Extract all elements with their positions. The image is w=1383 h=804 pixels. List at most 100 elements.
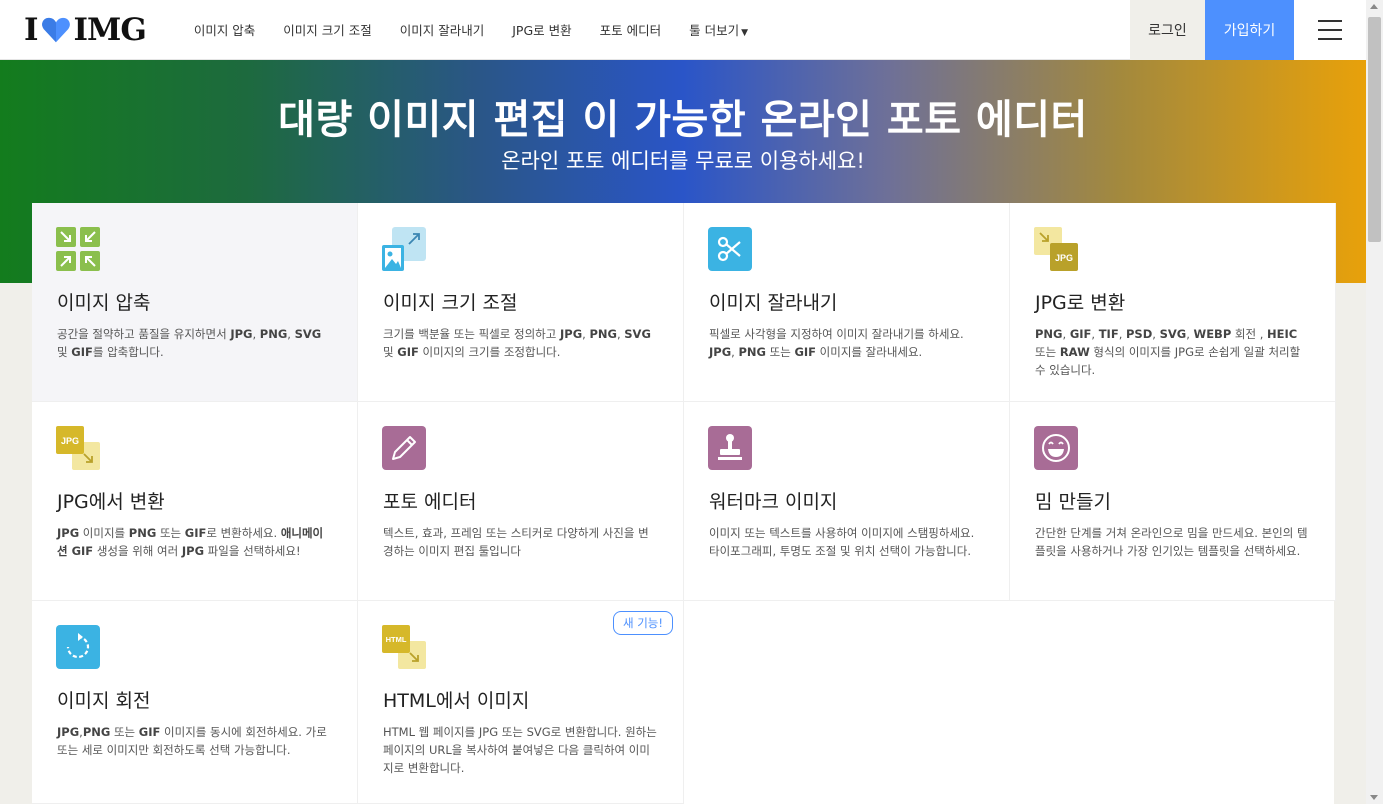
menu-line bbox=[1318, 29, 1342, 31]
description-segment: 또는 bbox=[765, 345, 795, 359]
description-segment: 크기를 백분율 또는 픽셀로 정의하고 bbox=[383, 327, 560, 341]
description-segment: 및 bbox=[383, 345, 398, 359]
header-actions: 로그인 가입하기 bbox=[1130, 0, 1366, 60]
tools-grid: 이미지 압축 공간을 절약하고 품질을 유지하면서 JPG, PNG, SVG … bbox=[32, 203, 1336, 804]
tool-card-photo-editor[interactable]: 포토 에디터 텍스트, 효과, 프레임 또는 스티커로 다양하게 사진을 변경하… bbox=[358, 402, 684, 601]
description-segment: 를 압축합니다. bbox=[92, 345, 164, 359]
description-segment: , bbox=[1118, 327, 1126, 341]
scissors-icon bbox=[708, 227, 752, 271]
login-button[interactable]: 로그인 bbox=[1130, 0, 1205, 60]
nav-more-tools-label: 툴 더보기 bbox=[689, 23, 740, 38]
tool-card-crop[interactable]: 이미지 잘라내기 픽셀로 사각형을 지정하여 이미지 잘라내기를 하세요. JP… bbox=[684, 203, 1010, 402]
html-to-image-icon: HTML bbox=[382, 625, 426, 669]
tool-title: 밈 만들기 bbox=[1035, 491, 1111, 513]
description-segment: 이미지 또는 텍스트를 사용하여 이미지에 스탬핑하세요. 타이포그래피, 투명… bbox=[709, 526, 975, 558]
description-segment: PNG bbox=[82, 725, 111, 739]
heart-logo-icon bbox=[41, 17, 70, 42]
nav-more-tools[interactable]: 툴 더보기 ▼ bbox=[689, 20, 748, 39]
nav-compress[interactable]: 이미지 압축 bbox=[194, 20, 255, 39]
description-segment: GIF bbox=[184, 526, 207, 540]
tool-card-watermark[interactable]: 워터마크 이미지 이미지 또는 텍스트를 사용하여 이미지에 스탬핑하세요. 타… bbox=[684, 402, 1010, 601]
description-segment: SVG bbox=[624, 327, 651, 341]
description-segment: PNG bbox=[1035, 327, 1063, 341]
scroll-thumb[interactable] bbox=[1368, 17, 1381, 242]
tool-title: 이미지 압축 bbox=[57, 292, 151, 314]
tool-title: JPG로 변환 bbox=[1035, 292, 1126, 314]
description-segment: 또는 bbox=[110, 725, 139, 739]
caret-down-icon: ▼ bbox=[741, 28, 749, 38]
tool-description: PNG, GIF, TIF, PSD, SVG, WEBP 회전 , HEIC … bbox=[1035, 325, 1311, 379]
tool-title: 포토 에디터 bbox=[383, 491, 477, 513]
tool-card-html-to-image[interactable]: 새 기능! HTML HTML에서 이미지 HTML 웹 페이지를 JPG 또는… bbox=[358, 601, 684, 804]
nav-photo-editor[interactable]: 포토 에디터 bbox=[600, 20, 661, 39]
tool-description: 간단한 단계를 거쳐 온라인으로 밈을 만드세요. 본인의 템플릿을 사용하거나… bbox=[1035, 524, 1311, 560]
tool-card-resize[interactable]: 이미지 크기 조절 크기를 백분율 또는 픽셀로 정의하고 JPG, PNG, … bbox=[358, 203, 684, 402]
description-segment: 이미지를 bbox=[79, 526, 129, 540]
hero-subtitle: 온라인 포토 에디터를 무료로 이용하세요! bbox=[501, 149, 865, 173]
description-segment: PNG bbox=[738, 345, 766, 359]
description-segment: , bbox=[252, 327, 260, 341]
description-segment: 픽셀로 사각형을 지정하여 이미지 잘라내기를 하세요. bbox=[709, 327, 964, 341]
tool-title: HTML에서 이미지 bbox=[383, 690, 530, 712]
resize-icon bbox=[382, 227, 426, 271]
logo-letter-i: I bbox=[24, 11, 38, 48]
description-segment: GIF bbox=[138, 725, 161, 739]
menu-line bbox=[1318, 20, 1342, 22]
description-segment: SVG bbox=[294, 327, 322, 341]
hero-title: 대량 이미지 편집 이 가능한 온라인 포토 에디터 bbox=[278, 97, 1088, 143]
description-segment: 또는 bbox=[1035, 345, 1060, 359]
compress-icon bbox=[56, 227, 100, 271]
signup-button[interactable]: 가입하기 bbox=[1205, 0, 1294, 60]
description-segment: GIF bbox=[794, 345, 817, 359]
tool-card-convert-to-jpg[interactable]: JPG JPG로 변환 PNG, GIF, TIF, PSD, SVG, WEB… bbox=[1010, 203, 1336, 402]
description-segment: 이미지를 잘라내세요. bbox=[816, 345, 923, 359]
nav-convert-to-jpg[interactable]: JPG로 변환 bbox=[512, 20, 571, 39]
description-segment: 및 bbox=[57, 345, 72, 359]
svg-text:JPG: JPG bbox=[61, 436, 79, 446]
description-segment: , bbox=[287, 327, 295, 341]
tool-description: JPG 이미지를 PNG 또는 GIF로 변환하세요. 애니메이션 GIF 생성… bbox=[57, 524, 333, 560]
nav-resize[interactable]: 이미지 크기 조절 bbox=[283, 20, 371, 39]
tool-title: 워터마크 이미지 bbox=[709, 491, 838, 513]
description-segment: 이미지의 크기를 조정합니다. bbox=[418, 345, 561, 359]
description-segment: 간단한 단계를 거쳐 온라인으로 밈을 만드세요. 본인의 템플릿을 사용하거나… bbox=[1035, 526, 1308, 558]
page-scrollbar[interactable] bbox=[1366, 0, 1383, 804]
description-segment: 생성을 위해 여러 bbox=[93, 544, 182, 558]
description-segment: , bbox=[1152, 327, 1160, 341]
description-segment: HEIC bbox=[1267, 327, 1298, 341]
main-nav: 이미지 압축 이미지 크기 조절 이미지 잘라내기 JPG로 변환 포토 에디터… bbox=[194, 0, 776, 60]
description-segment: JPG bbox=[230, 327, 253, 341]
scroll-up-icon[interactable] bbox=[1370, 4, 1378, 9]
to-jpg-icon: JPG bbox=[1034, 227, 1078, 271]
description-segment: , bbox=[1091, 327, 1099, 341]
logo[interactable]: I IMG bbox=[24, 0, 147, 60]
logo-text-img: IMG bbox=[73, 11, 147, 48]
tool-description: 이미지 또는 텍스트를 사용하여 이미지에 스탬핑하세요. 타이포그래피, 투명… bbox=[709, 524, 985, 560]
tool-description: 텍스트, 효과, 프레임 또는 스티커로 다양하게 사진을 변경하는 이미지 편… bbox=[383, 524, 659, 560]
tool-card-compress[interactable]: 이미지 압축 공간을 절약하고 품질을 유지하면서 JPG, PNG, SVG … bbox=[32, 203, 358, 402]
tool-description: 크기를 백분율 또는 픽셀로 정의하고 JPG, PNG, SVG 및 GIF … bbox=[383, 325, 659, 361]
tool-description: HTML 웹 페이지를 JPG 또는 SVG로 변환합니다. 원하는 페이지의 … bbox=[383, 723, 659, 777]
description-segment: GIF bbox=[397, 345, 419, 359]
tool-card-convert-from-jpg[interactable]: JPG JPG에서 변환 JPG 이미지를 PNG 또는 GIF로 변환하세요.… bbox=[32, 402, 358, 601]
menu-line bbox=[1318, 38, 1342, 40]
new-feature-badge: 새 기능! bbox=[612, 611, 673, 635]
tool-title: 이미지 잘라내기 bbox=[709, 292, 838, 314]
tool-description: 공간을 절약하고 품질을 유지하면서 JPG, PNG, SVG 및 GIF를 … bbox=[57, 325, 333, 361]
tool-title: JPG에서 변환 bbox=[57, 491, 165, 513]
description-segment: PNG bbox=[589, 327, 617, 341]
tool-card-rotate[interactable]: 이미지 회전 JPG,PNG 또는 GIF 이미지를 동시에 회전하세요. 가로… bbox=[32, 601, 358, 804]
tool-title: 이미지 회전 bbox=[57, 690, 151, 712]
scroll-down-icon[interactable] bbox=[1370, 795, 1378, 800]
stamp-icon bbox=[708, 426, 752, 470]
svg-text:JPG: JPG bbox=[1055, 253, 1073, 263]
description-segment: TIF bbox=[1098, 327, 1119, 341]
description-segment: PSD bbox=[1126, 327, 1153, 341]
tool-description: 픽셀로 사각형을 지정하여 이미지 잘라내기를 하세요. JPG, PNG 또는… bbox=[709, 325, 985, 361]
nav-crop[interactable]: 이미지 잘라내기 bbox=[400, 20, 484, 39]
description-segment: , bbox=[1186, 327, 1194, 341]
tool-card-meme[interactable]: 밈 만들기 간단한 단계를 거쳐 온라인으로 밈을 만드세요. 본인의 템플릿을… bbox=[1010, 402, 1336, 601]
description-segment: JPG bbox=[559, 327, 583, 341]
hamburger-menu-icon[interactable] bbox=[1294, 0, 1366, 60]
description-segment: GIF bbox=[1069, 327, 1092, 341]
